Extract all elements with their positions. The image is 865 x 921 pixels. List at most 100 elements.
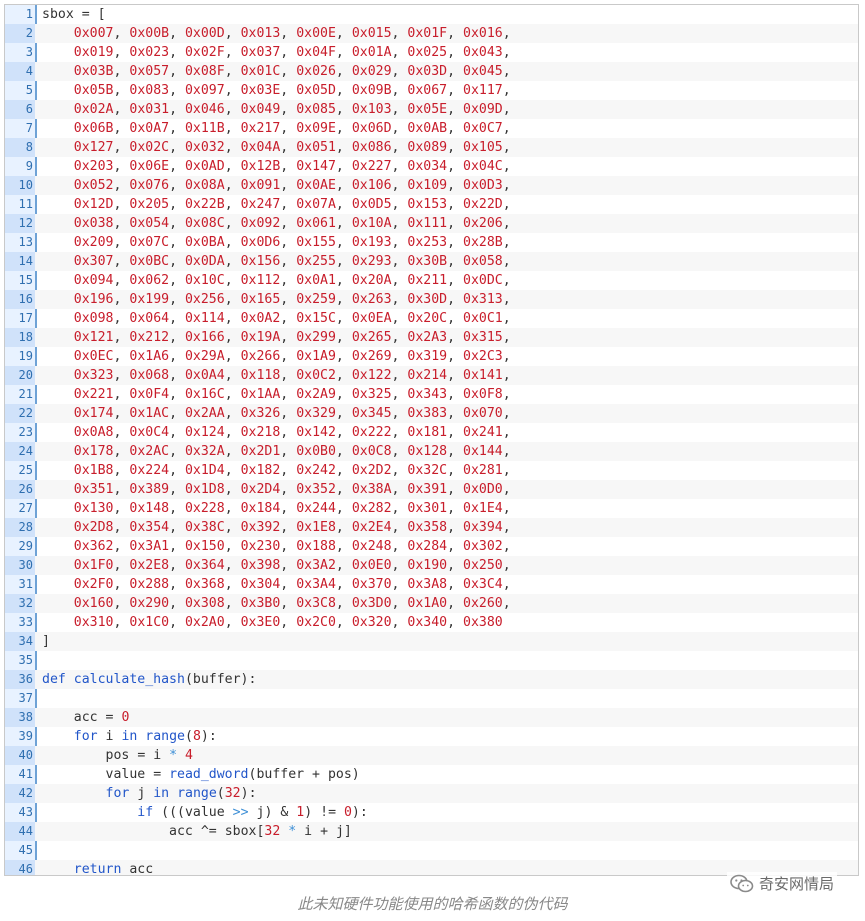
line-number: 5 [25,83,33,97]
code-text: 0x0EC, 0x1A6, 0x29A, 0x266, 0x1A9, 0x269… [73,349,511,364]
code-text: 0x221, 0x0F4, 0x16C, 0x1AA, 0x2A9, 0x325… [73,387,511,402]
code-line: 33 0x310, 0x1C0, 0x2A0, 0x3E0, 0x2C0, 0x… [5,613,858,632]
code-text: ] [42,634,50,649]
code-text: 0x1B8, 0x224, 0x1D4, 0x182, 0x242, 0x2D2… [73,463,511,478]
line-number: 37 [18,691,33,705]
code-line: 34] [5,632,858,651]
line-number: 44 [5,822,35,841]
line-number: 6 [5,100,35,119]
code-line: 23 0x0A8, 0x0C4, 0x124, 0x218, 0x142, 0x… [5,423,858,442]
code-text: for i in range(8): [73,729,217,744]
code-text: 0x160, 0x290, 0x308, 0x3B0, 0x3C8, 0x3D0… [73,596,511,611]
line-number: 23 [18,425,33,439]
line-number: 34 [5,632,35,651]
code-line: 29 0x362, 0x3A1, 0x150, 0x230, 0x188, 0x… [5,537,858,556]
line-number: 46 [5,860,35,875]
code-line: 9 0x203, 0x06E, 0x0AD, 0x12B, 0x147, 0x2… [5,157,858,176]
line-number: 24 [5,442,35,461]
code-line: 19 0x0EC, 0x1A6, 0x29A, 0x266, 0x1A9, 0x… [5,347,858,366]
line-number: 22 [5,404,35,423]
code-line: 41 value = read_dword(buffer + pos) [5,765,858,784]
line-number: 17 [18,311,33,325]
code-line: 25 0x1B8, 0x224, 0x1D4, 0x182, 0x242, 0x… [5,461,858,480]
code-text: 0x209, 0x07C, 0x0BA, 0x0D6, 0x155, 0x193… [73,235,511,250]
code-line: 1 sbox = [ [5,5,858,24]
line-number: 28 [5,518,35,537]
line-number: 26 [5,480,35,499]
code-line: 15 0x094, 0x062, 0x10C, 0x112, 0x0A1, 0x… [5,271,858,290]
code-line: 30 0x1F0, 0x2E8, 0x364, 0x398, 0x3A2, 0x… [5,556,858,575]
code-line: 2 0x007, 0x00B, 0x00D, 0x013, 0x00E, 0x0… [5,24,858,43]
code-text: 0x351, 0x389, 0x1D8, 0x2D4, 0x352, 0x38A… [73,482,511,497]
code-line: 39 for i in range(8): [5,727,858,746]
line-number: 36 [5,670,35,689]
code-text: 0x2D8, 0x354, 0x38C, 0x392, 0x1E8, 0x2E4… [73,520,511,535]
line-number: 18 [5,328,35,347]
line-number: 45 [18,843,33,857]
code-text: 0x0A8, 0x0C4, 0x124, 0x218, 0x142, 0x222… [73,425,511,440]
line-number: 40 [5,746,35,765]
code-text: 0x1F0, 0x2E8, 0x364, 0x398, 0x3A2, 0x0E0… [73,558,511,573]
line-number: 35 [18,653,33,667]
code-block: 1 sbox = [2 0x007, 0x00B, 0x00D, 0x013, 0… [4,4,859,876]
code-line: 44 acc ^= sbox[32 * i + j] [5,822,858,841]
code-text: if (((value >> j) & 1) != 0): [137,805,368,820]
code-line: 16 0x196, 0x199, 0x256, 0x165, 0x259, 0x… [5,290,858,309]
code-line: 6 0x02A, 0x031, 0x046, 0x049, 0x085, 0x1… [5,100,858,119]
line-number: 31 [18,577,33,591]
code-line: 38 acc = 0 [5,708,858,727]
line-number: 2 [5,24,35,43]
code-line: 42 for j in range(32): [5,784,858,803]
line-number: 20 [5,366,35,385]
line-number: 8 [5,138,35,157]
code-line: 24 0x178, 0x2AC, 0x32A, 0x2D1, 0x0B0, 0x… [5,442,858,461]
code-text: 0x310, 0x1C0, 0x2A0, 0x3E0, 0x2C0, 0x320… [73,615,503,630]
line-number: 21 [18,387,33,401]
code-text: 0x196, 0x199, 0x256, 0x165, 0x259, 0x263… [73,292,511,307]
code-text: 0x203, 0x06E, 0x0AD, 0x12B, 0x147, 0x227… [73,159,511,174]
line-number: 9 [25,159,33,173]
code-line: 10 0x052, 0x076, 0x08A, 0x091, 0x0AE, 0x… [5,176,858,195]
line-number: 13 [18,235,33,249]
line-number: 3 [25,45,33,59]
code-line: 11 0x12D, 0x205, 0x22B, 0x247, 0x07A, 0x… [5,195,858,214]
line-number: 33 [18,615,33,629]
line-number: 38 [5,708,35,727]
code-text: 0x130, 0x148, 0x228, 0x184, 0x244, 0x282… [73,501,511,516]
code-text: 0x02A, 0x031, 0x046, 0x049, 0x085, 0x103… [73,102,511,117]
code-line: 5 0x05B, 0x083, 0x097, 0x03E, 0x05D, 0x0… [5,81,858,100]
code-text: 0x007, 0x00B, 0x00D, 0x013, 0x00E, 0x015… [73,26,511,41]
code-text: 0x121, 0x212, 0x166, 0x19A, 0x299, 0x265… [73,330,511,345]
code-line: 3 0x019, 0x023, 0x02F, 0x037, 0x04F, 0x0… [5,43,858,62]
code-text: 0x03B, 0x057, 0x08F, 0x01C, 0x026, 0x029… [73,64,511,79]
figure-caption: 此未知硬件功能使用的哈希函数的伪代码 [297,895,568,913]
code-text: sbox = [ [42,7,106,22]
code-text: 0x098, 0x064, 0x114, 0x0A2, 0x15C, 0x0EA… [73,311,511,326]
code-text: 0x307, 0x0BC, 0x0DA, 0x156, 0x255, 0x293… [73,254,511,269]
line-number: 29 [18,539,33,553]
code-text: pos = i * 4 [105,748,193,763]
code-text: return acc [73,862,154,876]
code-text: for j in range(32): [105,786,257,801]
code-text: 0x2F0, 0x288, 0x368, 0x304, 0x3A4, 0x370… [73,577,511,592]
code-line: 20 0x323, 0x068, 0x0A4, 0x118, 0x0C2, 0x… [5,366,858,385]
line-number: 43 [18,805,33,819]
code-line: 27 0x130, 0x148, 0x228, 0x184, 0x244, 0x… [5,499,858,518]
code-line: 22 0x174, 0x1AC, 0x2AA, 0x326, 0x329, 0x… [5,404,858,423]
line-number: 39 [18,729,33,743]
code-line: 7 0x06B, 0x0A7, 0x11B, 0x217, 0x09E, 0x0… [5,119,858,138]
code-line: 8 0x127, 0x02C, 0x032, 0x04A, 0x051, 0x0… [5,138,858,157]
code-line: 14 0x307, 0x0BC, 0x0DA, 0x156, 0x255, 0x… [5,252,858,271]
code-line: 4 0x03B, 0x057, 0x08F, 0x01C, 0x026, 0x0… [5,62,858,81]
line-number: 32 [5,594,35,613]
code-text: acc = 0 [73,710,130,725]
code-line: 35 [5,651,858,670]
code-line: 40 pos = i * 4 [5,746,858,765]
line-number: 27 [18,501,33,515]
line-number: 4 [5,62,35,81]
code-text: 0x052, 0x076, 0x08A, 0x091, 0x0AE, 0x106… [73,178,511,193]
code-line: 36 def calculate_hash(buffer): [5,670,858,689]
line-number: 14 [5,252,35,271]
wechat-icon [730,874,754,893]
code-text: 0x05B, 0x083, 0x097, 0x03E, 0x05D, 0x09B… [73,83,511,98]
